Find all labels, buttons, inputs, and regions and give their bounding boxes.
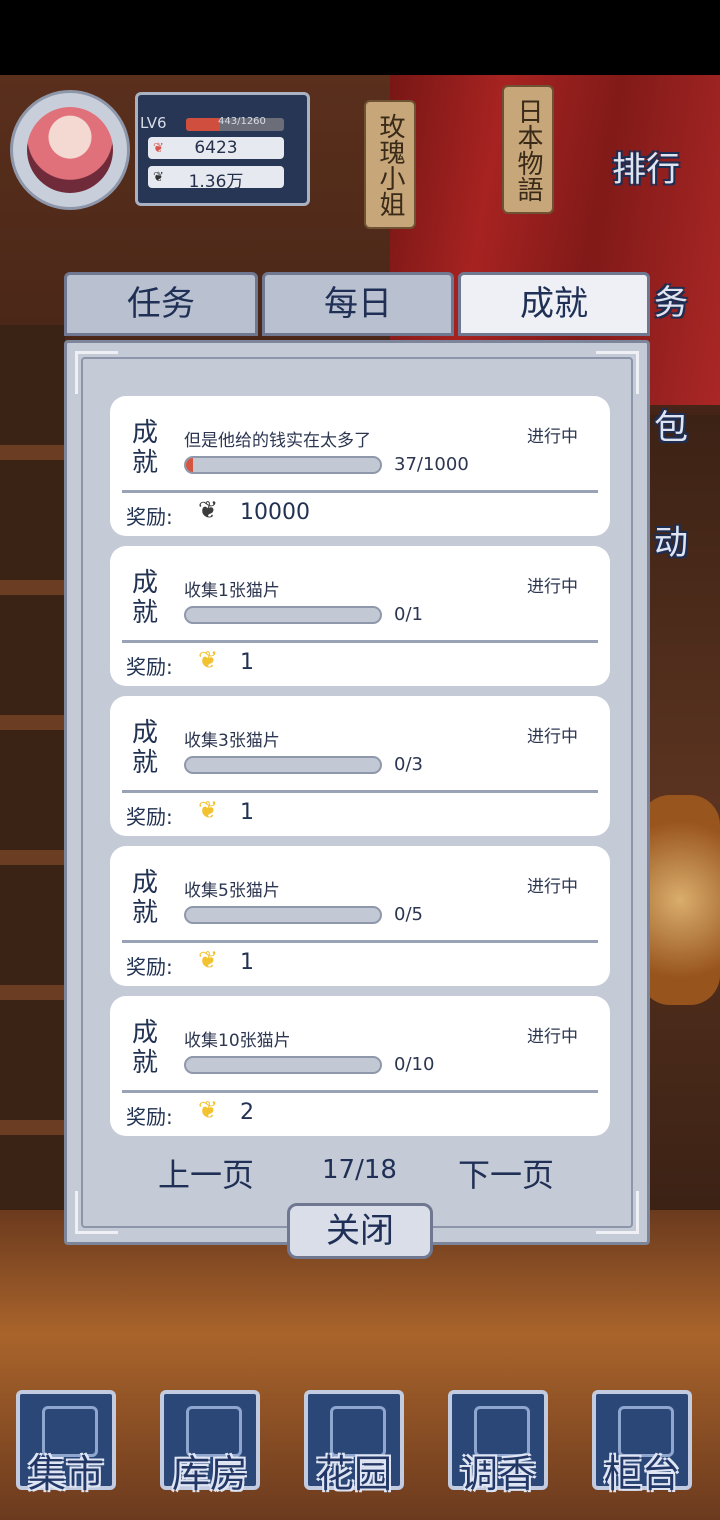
achievement-status: 进行中 bbox=[527, 877, 578, 897]
reward-value: 2 bbox=[240, 1100, 254, 1125]
tab-achievements[interactable]: 成就 bbox=[458, 272, 650, 336]
achievement-progress-bar bbox=[184, 906, 382, 924]
next-page-button[interactable]: 下一页 bbox=[458, 1150, 554, 1196]
achievement-progress-text: 0/3 bbox=[394, 754, 423, 775]
reward-value: 1 bbox=[240, 950, 254, 975]
achievement-title: 但是他给的钱实在太多了 bbox=[184, 431, 371, 451]
frame-corner bbox=[596, 1191, 639, 1234]
reward-label: 奖励: bbox=[126, 805, 173, 829]
currency1-display: ❦ 6423 bbox=[148, 137, 284, 159]
achievement-progress-bar bbox=[184, 606, 382, 624]
currency2-display: ❦ 1.36万 bbox=[148, 166, 284, 192]
achievement-card[interactable]: 成就 收集10张猫片 进行中 0/10 奖励: ❦ 2 bbox=[110, 996, 610, 1136]
achievement-card[interactable]: 成就 收集1张猫片 进行中 0/1 奖励: ❦ 1 bbox=[110, 546, 610, 686]
achievement-status: 进行中 bbox=[527, 427, 578, 447]
achievement-type: 成就 bbox=[132, 418, 159, 478]
nav-perfume-label: 调香 bbox=[459, 1452, 536, 1496]
nav-perfume[interactable]: 调香 bbox=[448, 1390, 548, 1496]
reward-label: 奖励: bbox=[126, 505, 173, 529]
side-event-button[interactable]: 动 bbox=[654, 515, 688, 564]
frame-corner bbox=[596, 351, 639, 394]
prev-page-button[interactable]: 上一页 bbox=[158, 1150, 254, 1196]
achievement-card[interactable]: 成就 收集5张猫片 进行中 0/5 奖励: ❦ 1 bbox=[110, 846, 610, 986]
nav-warehouse[interactable]: 库房 bbox=[160, 1390, 260, 1496]
nav-garden-label: 花园 bbox=[315, 1452, 392, 1496]
achievement-progress-text: 0/5 bbox=[394, 904, 423, 925]
avatar bbox=[27, 107, 113, 193]
side-task-button[interactable]: 务 bbox=[654, 275, 688, 324]
achievement-progress-text: 0/1 bbox=[394, 604, 423, 625]
card-divider bbox=[122, 490, 598, 493]
gold-leaf-icon: ❦ bbox=[198, 796, 219, 824]
nav-garden[interactable]: 花园 bbox=[304, 1390, 404, 1496]
reward-label: 奖励: bbox=[126, 955, 173, 979]
reward-value: 10000 bbox=[240, 500, 310, 525]
achievement-status: 进行中 bbox=[527, 727, 578, 747]
side-bag-button[interactable]: 包 bbox=[654, 400, 688, 449]
currency1-value: 6423 bbox=[194, 138, 238, 158]
side-ranking-button[interactable]: 排行 bbox=[612, 142, 680, 191]
nav-market-label: 集市 bbox=[27, 1452, 104, 1496]
card-divider bbox=[122, 940, 598, 943]
achievement-progress-bar bbox=[184, 456, 382, 474]
achievement-progress-bar bbox=[184, 756, 382, 774]
achievement-status: 进行中 bbox=[527, 1027, 578, 1047]
reward-label: 奖励: bbox=[126, 655, 173, 679]
hanging-tag-1: 玫瑰小姐 bbox=[364, 100, 416, 229]
achievement-type: 成就 bbox=[132, 568, 159, 628]
xp-text: 443/1260 bbox=[218, 116, 266, 127]
achievement-progress-text: 0/10 bbox=[394, 1054, 435, 1075]
achievement-card[interactable]: 成就 但是他给的钱实在太多了 进行中 37/1000 奖励: ❦ 10000 bbox=[110, 396, 610, 536]
achievement-title: 收集10张猫片 bbox=[184, 1031, 291, 1051]
xp-bar-fill bbox=[186, 118, 221, 131]
reward-value: 1 bbox=[240, 650, 254, 675]
nav-counter-label: 柜台 bbox=[603, 1452, 680, 1496]
nav-warehouse-label: 库房 bbox=[171, 1452, 248, 1496]
close-button[interactable]: 关闭 bbox=[287, 1203, 433, 1259]
achievement-card[interactable]: 成就 收集3张猫片 进行中 0/3 奖励: ❦ 1 bbox=[110, 696, 610, 836]
achievement-title: 收集3张猫片 bbox=[184, 731, 280, 751]
card-divider bbox=[122, 790, 598, 793]
frame-corner bbox=[75, 1191, 118, 1234]
currency2-value: 1.36万 bbox=[188, 172, 244, 192]
nav-market[interactable]: 集市 bbox=[16, 1390, 116, 1496]
gray-leaf-icon: ❦ bbox=[198, 496, 219, 524]
tab-daily[interactable]: 每日 bbox=[262, 272, 454, 336]
achievement-type: 成就 bbox=[132, 1018, 159, 1078]
reward-label: 奖励: bbox=[126, 1105, 173, 1129]
page-indicator: 17/18 bbox=[322, 1155, 397, 1185]
gold-leaf-icon: ❦ bbox=[198, 946, 219, 974]
achievement-progress-text: 37/1000 bbox=[394, 454, 469, 475]
gold-leaf-icon: ❦ bbox=[198, 646, 219, 674]
achievement-title: 收集5张猫片 bbox=[184, 881, 280, 901]
tab-tasks[interactable]: 任务 bbox=[64, 272, 258, 336]
frame-corner bbox=[75, 351, 118, 394]
achievement-title: 收集1张猫片 bbox=[184, 581, 280, 601]
nav-counter[interactable]: 柜台 bbox=[592, 1390, 692, 1496]
achievement-status: 进行中 bbox=[527, 577, 578, 597]
hanging-tag-2: 日本物語 bbox=[502, 85, 554, 214]
card-divider bbox=[122, 640, 598, 643]
player-level: LV6 bbox=[140, 114, 167, 132]
reward-value: 1 bbox=[240, 800, 254, 825]
gold-leaf-icon: ❦ bbox=[198, 1096, 219, 1124]
achievement-progress-bar bbox=[184, 1056, 382, 1074]
lantern bbox=[640, 795, 720, 1005]
achievement-progress-fill bbox=[186, 458, 194, 472]
card-divider bbox=[122, 1090, 598, 1093]
avatar-frame[interactable] bbox=[10, 90, 130, 210]
achievement-type: 成就 bbox=[132, 868, 159, 928]
achievement-type: 成就 bbox=[132, 718, 159, 778]
